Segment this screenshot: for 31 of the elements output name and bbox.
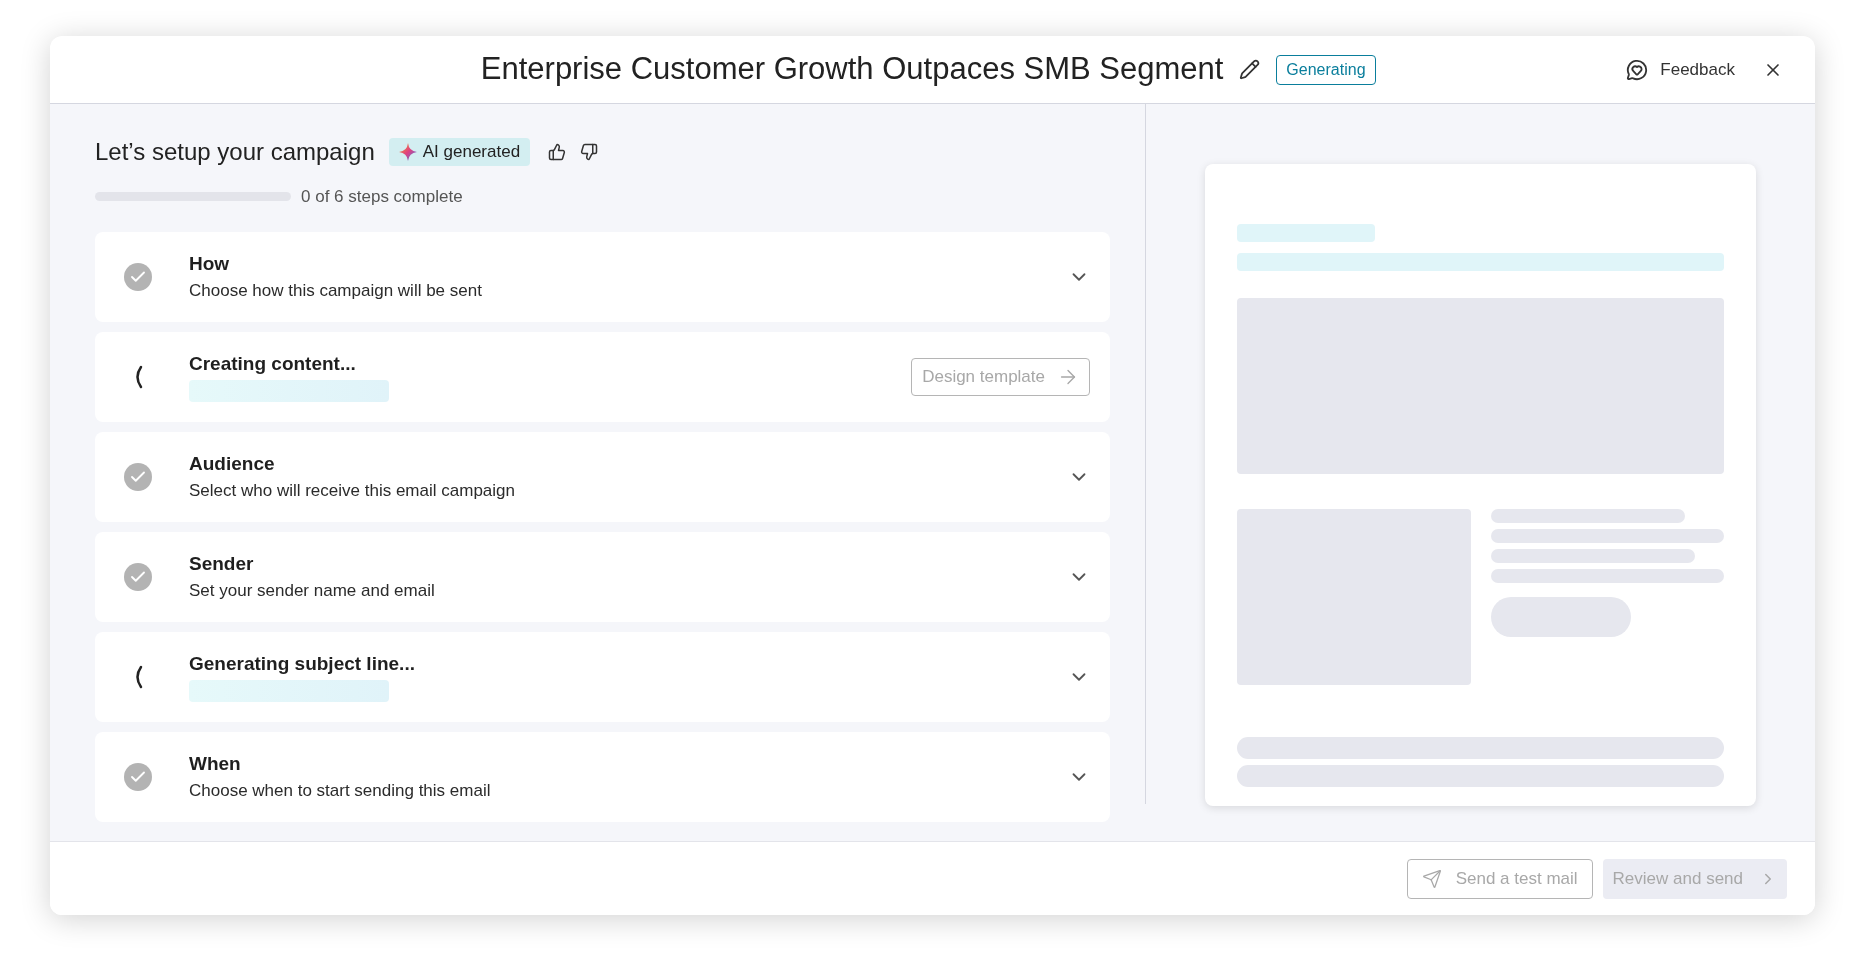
step-description: Choose when to start sending this email xyxy=(189,779,492,802)
check-icon xyxy=(124,762,152,791)
ai-badge: AI generated xyxy=(388,138,531,166)
step-card[interactable]: Audience Select who will receive this email campaign xyxy=(95,431,1110,522)
step-title: When xyxy=(189,751,242,776)
setup-heading: Let’s setup your campaign xyxy=(95,137,375,167)
feedback-icon xyxy=(1626,58,1649,81)
status-tag: Generating xyxy=(1276,54,1376,85)
step-title: How xyxy=(189,251,231,276)
edit-icon[interactable] xyxy=(1239,59,1261,80)
check-icon xyxy=(124,262,152,291)
step-description: Set your sender name and email xyxy=(189,579,436,602)
sparkle-icon xyxy=(398,143,417,161)
step-description: Select who will receive this email campaign xyxy=(189,479,516,502)
thumbs-up-icon[interactable] xyxy=(548,143,567,161)
check-icon xyxy=(124,562,152,591)
step-title: Creating content... xyxy=(189,351,357,376)
feedback-button[interactable]: Feedback xyxy=(1626,56,1735,83)
campaign-title: Enterprise Customer Growth Outpaces SMB Segment xyxy=(480,50,1224,89)
step-card[interactable]: When Choose when to start sending this email xyxy=(95,731,1110,822)
step-card[interactable]: How Choose how this campaign will be sent xyxy=(95,231,1110,322)
paper-plane-icon xyxy=(1421,868,1442,889)
progress-label: 0 of 6 steps complete xyxy=(301,186,463,208)
step-title: Audience xyxy=(189,451,276,476)
step-card[interactable]: Generating subject line... xyxy=(95,631,1110,722)
step-card[interactable]: Sender Set your sender name and email xyxy=(95,531,1110,622)
step-title: Sender xyxy=(189,551,255,576)
thumbs-down-icon[interactable] xyxy=(580,143,599,161)
step-description: Choose how this campaign will be sent xyxy=(189,279,483,302)
step-title: Generating subject line... xyxy=(189,651,416,676)
check-icon xyxy=(124,462,152,491)
